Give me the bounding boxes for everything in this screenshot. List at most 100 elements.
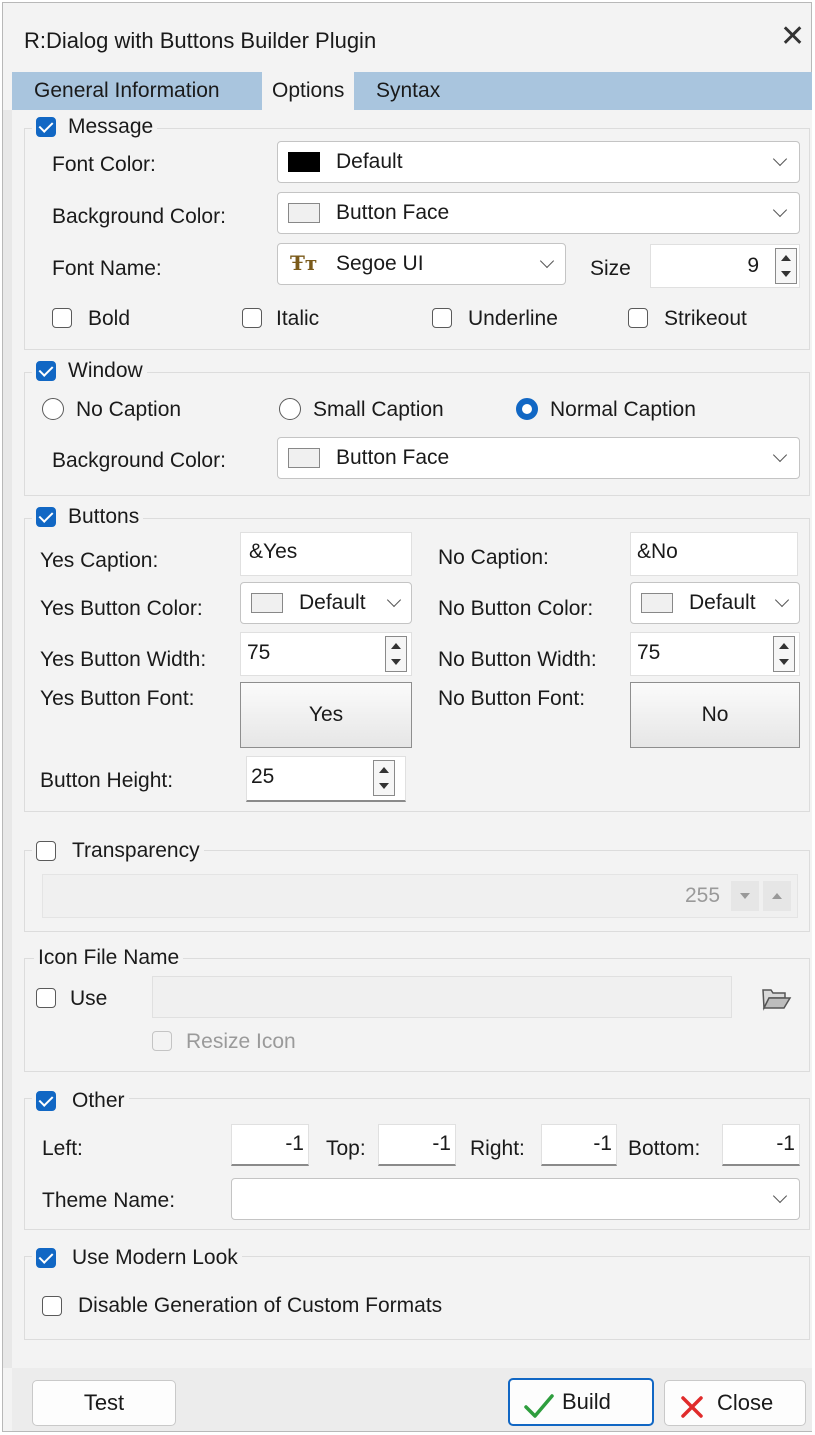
color-swatch-default [251, 593, 283, 613]
no-font-button[interactable]: No [630, 682, 800, 748]
strikeout-label: Strikeout [664, 307, 747, 330]
small-caption-radio[interactable] [279, 398, 301, 420]
no-caption-input[interactable]: &No [630, 532, 798, 576]
top-input[interactable]: -1 [378, 1124, 456, 1166]
strikeout-checkbox[interactable] [628, 308, 648, 328]
icon-use-checkbox[interactable] [36, 988, 56, 1008]
bottom-input[interactable]: -1 [722, 1124, 800, 1166]
italic-checkbox[interactable] [242, 308, 262, 328]
right-input[interactable]: -1 [541, 1124, 617, 1166]
modern-look-checkbox[interactable] [36, 1248, 56, 1268]
color-swatch-buttonface [288, 203, 320, 223]
window-close-icon[interactable]: ✕ [780, 22, 805, 52]
no-width-spinner[interactable] [773, 636, 795, 672]
font-color-combo[interactable]: Default [277, 141, 800, 183]
no-color-label: No Button Color: [438, 597, 594, 620]
button-height-label: Button Height: [40, 769, 174, 792]
disable-custom-formats-checkbox[interactable] [42, 1296, 62, 1316]
window-checkbox[interactable] [36, 361, 56, 381]
yes-color-combo[interactable]: Default [240, 582, 412, 624]
left-label: Left: [42, 1137, 83, 1160]
message-legend: Message [32, 114, 158, 140]
tab-options[interactable]: Options [262, 72, 355, 111]
disable-custom-formats-label: Disable Generation of Custom Formats [78, 1294, 443, 1317]
size-input[interactable]: 9 [650, 244, 800, 288]
build-label: Build [562, 1389, 611, 1414]
bg-color-combo[interactable]: Button Face [277, 192, 800, 234]
window-bg-color-combo[interactable]: Button Face [277, 437, 800, 479]
yes-width-input[interactable]: 75 [240, 632, 412, 676]
bottom-value: -1 [776, 1132, 795, 1155]
no-caption-value: &No [637, 540, 678, 563]
modern-look-legend: Use Modern Look [32, 1245, 242, 1271]
theme-name-combo[interactable] [231, 1178, 800, 1220]
no-font-label: No Button Font: [438, 687, 586, 710]
buttons-legend: Buttons [32, 504, 144, 530]
no-width-value: 75 [637, 641, 661, 664]
yes-font-label: Yes Button Font: [40, 687, 195, 710]
yes-font-button[interactable]: Yes [240, 682, 412, 748]
spin-up-icon [391, 643, 401, 649]
close-red-x-icon [679, 1391, 705, 1418]
resize-icon-label: Resize Icon [186, 1030, 296, 1053]
other-checkbox[interactable] [36, 1091, 56, 1111]
no-caption-radio[interactable] [42, 398, 64, 420]
icon-legend: Icon File Name [34, 945, 184, 971]
yes-width-label: Yes Button Width: [40, 648, 207, 671]
chevron-down-icon [539, 253, 555, 269]
top-value: -1 [432, 1132, 451, 1155]
tab-syntax[interactable]: Syntax [366, 72, 450, 110]
test-button[interactable]: Test [32, 1380, 176, 1426]
icon-title: Icon File Name [38, 946, 180, 969]
panel-edge [3, 110, 12, 1368]
spin-down-icon [379, 783, 389, 789]
underline-label: Underline [468, 307, 558, 330]
chevron-down-icon [772, 1188, 788, 1204]
transparency-value: 255 [685, 884, 721, 907]
spin-down-icon [779, 659, 789, 665]
size-spinner[interactable] [775, 248, 797, 284]
font-name-label: Font Name: [52, 257, 162, 280]
color-swatch-black [288, 152, 320, 172]
transparency-title: Transparency [72, 839, 200, 862]
button-height-input[interactable]: 25 [246, 756, 406, 802]
transparency-input: 255 [42, 874, 798, 918]
color-swatch-buttonface [288, 448, 320, 468]
font-color-label: Font Color: [52, 153, 156, 176]
button-height-spinner[interactable] [373, 760, 395, 796]
icon-use-label: Use [70, 987, 108, 1010]
spin-down-icon [391, 659, 401, 665]
spin-up-icon [781, 255, 791, 261]
no-width-input[interactable]: 75 [630, 632, 800, 676]
transparency-up-button [763, 881, 791, 911]
build-button[interactable]: Build [508, 1378, 654, 1426]
yes-caption-value: &Yes [249, 540, 298, 563]
spin-up-icon [779, 643, 789, 649]
left-value: -1 [285, 1132, 304, 1155]
tab-general-information[interactable]: General Information [24, 72, 230, 110]
no-color-combo[interactable]: Default [630, 582, 800, 624]
font-name-combo[interactable]: Ŧᴛ Segoe UI [277, 243, 566, 285]
transparency-checkbox[interactable] [36, 841, 56, 861]
message-checkbox[interactable] [36, 117, 56, 137]
window-bg-color-value: Button Face [336, 446, 450, 469]
window-title: R:Dialog with Buttons Builder Plugin [24, 28, 377, 53]
left-input[interactable]: -1 [231, 1124, 309, 1166]
buttons-checkbox[interactable] [36, 507, 56, 527]
no-caption-label: No Caption [76, 398, 182, 421]
close-button[interactable]: Close [664, 1380, 806, 1426]
transparency-legend: Transparency [32, 838, 204, 864]
yes-width-value: 75 [247, 641, 271, 664]
chevron-down-icon [772, 447, 788, 463]
bold-checkbox[interactable] [52, 308, 72, 328]
button-height-value: 25 [251, 765, 275, 788]
truetype-font-icon: Ŧᴛ [290, 251, 318, 275]
folder-open-icon[interactable] [760, 984, 792, 1012]
normal-caption-radio[interactable] [516, 398, 538, 420]
yes-color-value: Default [299, 591, 366, 614]
font-name-value: Segoe UI [336, 252, 424, 275]
yes-caption-input[interactable]: &Yes [240, 532, 412, 576]
chevron-down-icon [774, 592, 790, 608]
underline-checkbox[interactable] [432, 308, 452, 328]
yes-width-spinner[interactable] [385, 636, 407, 672]
